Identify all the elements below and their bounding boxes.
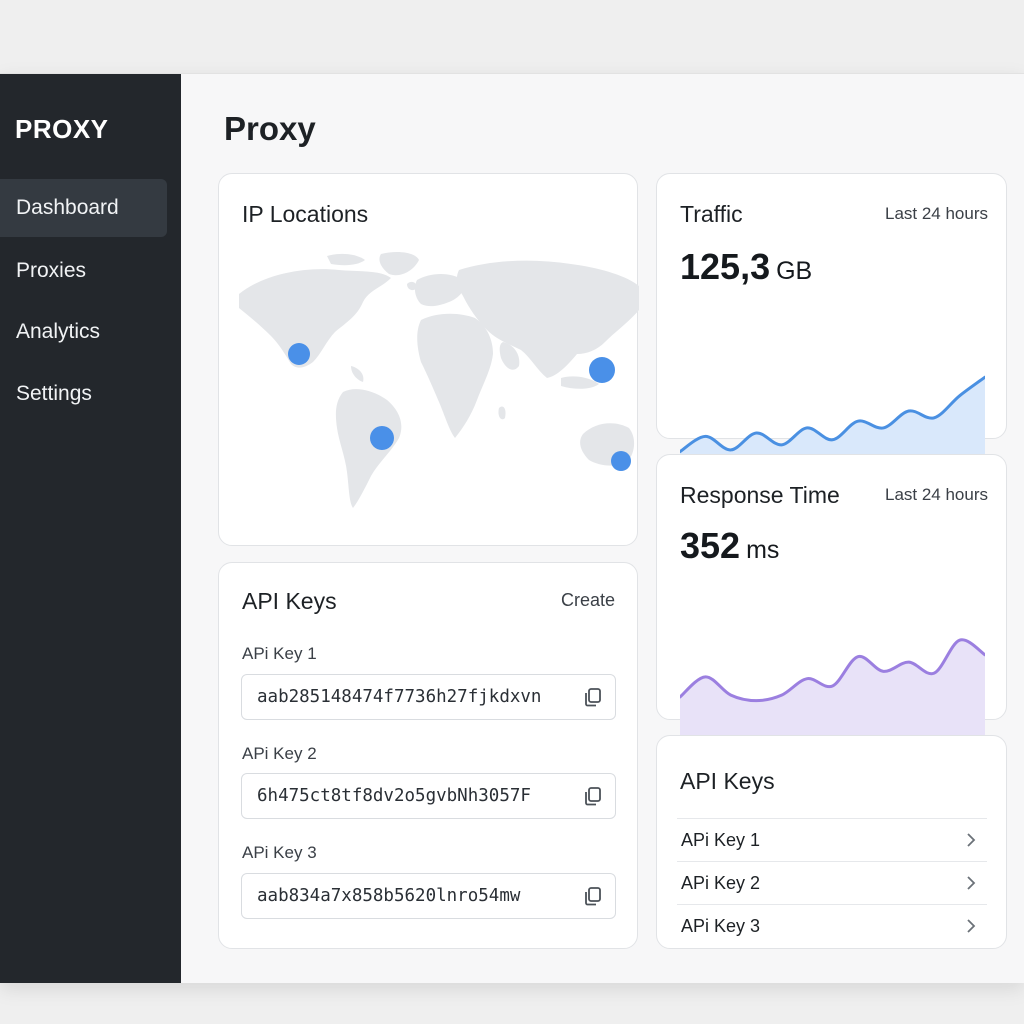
copy-icon[interactable]: [582, 885, 604, 907]
sidebar-item-proxies[interactable]: Proxies: [0, 242, 167, 300]
response-time-range: Last 24 hours: [884, 485, 988, 504]
response-time-chart: [680, 638, 985, 743]
sidebar: PROXY Dashboard Proxies Analytics Settin…: [0, 74, 181, 983]
api-key-3-value: aab834a7x858b5620lnro54mw: [257, 886, 521, 906]
response-time-unit: ms: [746, 536, 780, 564]
response-time-value-number: 352: [680, 525, 741, 566]
api-keys-list-card: API Keys APi Key 1 APi Key 2 APi Key 3: [656, 735, 1007, 949]
marker-south-america: [370, 426, 394, 450]
marker-north-america: [288, 343, 310, 365]
copy-icon[interactable]: [582, 785, 604, 807]
traffic-title: Traffic: [680, 201, 743, 227]
traffic-value-number: 125,3: [680, 246, 771, 287]
api-keys-title: API Keys: [242, 588, 337, 614]
api-key-2-value: 6h475ct8tf8dv2o5gvbNh3057F: [257, 786, 531, 806]
app-window: PROXY Dashboard Proxies Analytics Settin…: [0, 73, 1024, 983]
api-key-3-field[interactable]: aab834a7x858b5620lnro54mw: [241, 873, 616, 919]
list-item-label: APi Key 3: [681, 915, 761, 936]
list-item[interactable]: APi Key 1: [677, 818, 987, 861]
api-key-3-label: APi Key 3: [242, 843, 317, 862]
create-key-button[interactable]: Create: [561, 590, 615, 611]
traffic-range: Last 24 hours: [884, 204, 988, 223]
list-item-label: APi Key 2: [681, 872, 761, 893]
traffic-card: Traffic Last 24 hours 125,3GB 0h6h12h18h…: [656, 173, 1007, 508]
sidebar-item-analytics[interactable]: Analytics: [0, 303, 167, 361]
ip-locations-card: IP Locations: [218, 173, 639, 546]
list-item[interactable]: APi Key 2: [677, 861, 987, 904]
marker-east-asia: [589, 357, 615, 383]
sidebar-item-dashboard[interactable]: Dashboard: [0, 179, 167, 237]
response-time-value: 352 ms: [680, 525, 779, 567]
chevron-right-icon: [967, 876, 976, 890]
chevron-right-icon: [967, 919, 976, 933]
api-keys-list-title: API Keys: [680, 768, 775, 794]
world-map: [239, 252, 639, 508]
traffic-unit: GB: [776, 257, 813, 285]
response-time-card: Response Time Last 24 hours 352ms 0h6h12…: [656, 454, 1007, 772]
api-key-1-value: aab285148474f7736h27fjkdxvn: [257, 687, 542, 707]
api-key-2-label: APi Key 2: [242, 744, 317, 763]
api-keys-card: API Keys Create APi Key 1 aab285148474f7…: [218, 562, 638, 949]
brand-logo: PROXY: [15, 114, 109, 144]
api-key-1-label: APi Key 1: [242, 644, 317, 663]
marker-australia: [611, 451, 631, 471]
response-time-title: Response Time: [680, 482, 840, 508]
api-key-1-field[interactable]: aab285148474f7736h27fjkdxvn: [241, 674, 616, 720]
copy-icon[interactable]: [582, 686, 604, 708]
api-key-2-field[interactable]: 6h475ct8tf8dv2o5gvbNh3057F: [241, 773, 616, 819]
list-item[interactable]: APi Key 3: [677, 904, 987, 947]
ip-locations-title: IP Locations: [242, 201, 369, 227]
traffic-value: 125,3 GB: [680, 246, 812, 288]
chevron-right-icon: [967, 833, 976, 847]
sidebar-item-settings[interactable]: Settings: [0, 365, 167, 423]
page-title: Proxy: [224, 110, 316, 147]
list-item-label: APi Key 1: [681, 829, 761, 850]
